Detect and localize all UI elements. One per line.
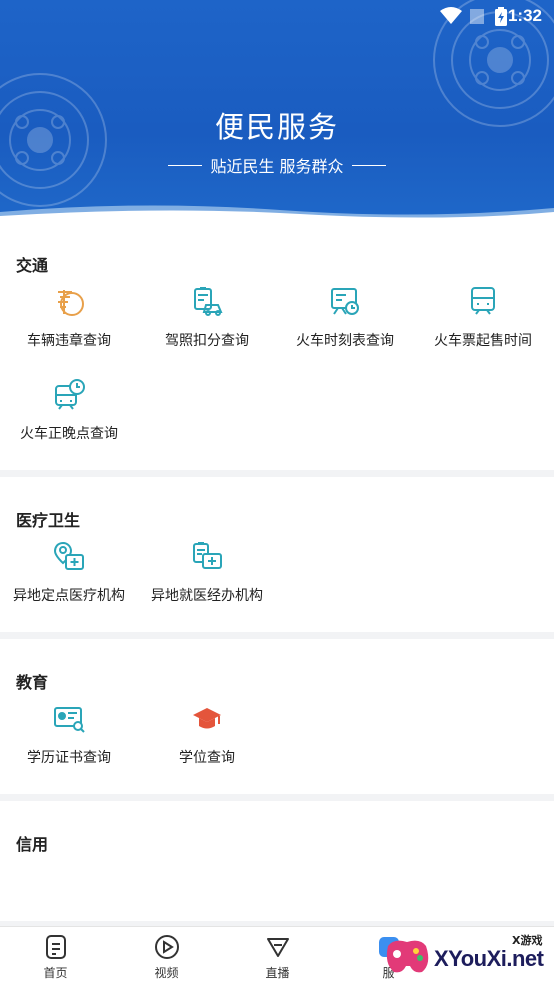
- service-train-ticket-time[interactable]: 火车票起售时间: [414, 278, 552, 371]
- home-doc-icon: [45, 935, 66, 959]
- battery-charging-icon: [495, 7, 507, 26]
- section-medical: 医疗卫生 异地定点医疗机构 异地就医经办机构: [0, 477, 554, 632]
- wave-divider: [0, 205, 554, 222]
- gamepad-logo-icon: [386, 940, 429, 973]
- section-title: 信用: [16, 835, 49, 854]
- violation-icon: [52, 284, 86, 318]
- train-ticket-icon: [466, 284, 500, 318]
- page-subtitle: 贴近民生 服务群众: [0, 153, 554, 177]
- section-title: 医疗卫生: [16, 511, 81, 530]
- subtitle-text: 贴近民生 服务群众: [210, 157, 344, 176]
- license-points-icon: [190, 284, 224, 318]
- section-title: 交通: [16, 256, 49, 275]
- watermark-site: XYouXi.net: [434, 946, 544, 971]
- tab-live[interactable]: 直播: [222, 927, 333, 986]
- page-title: 便民服务: [214, 110, 339, 144]
- service-train-delay[interactable]: 火车正晚点查询: [0, 371, 138, 464]
- tab-video[interactable]: 视频: [111, 927, 222, 986]
- video-play-icon: [154, 935, 179, 959]
- sim-icon: [470, 9, 484, 24]
- medical-location-icon: [52, 539, 86, 573]
- watermark: XYouXi.net X游戏: [376, 930, 554, 986]
- train-delay-icon: [52, 377, 86, 411]
- wifi-icon: [440, 7, 462, 24]
- status-bar: 1:32: [0, 0, 554, 34]
- train-schedule-icon: [328, 284, 362, 318]
- status-time: 1:32: [507, 6, 542, 25]
- service-medical-location[interactable]: 异地定点医疗机构: [0, 533, 138, 626]
- live-tv-icon: [266, 938, 289, 957]
- section-title: 教育: [16, 673, 49, 692]
- certificate-icon: [52, 701, 86, 735]
- service-degree-query[interactable]: 学位查询: [138, 695, 276, 788]
- service-license-points[interactable]: 驾照扣分查询: [138, 278, 276, 371]
- graduation-cap-icon: [190, 701, 224, 735]
- watermark-cn: X游戏: [512, 934, 543, 947]
- service-train-schedule[interactable]: 火车时刻表查询: [276, 278, 414, 371]
- service-medical-office[interactable]: 异地就医经办机构: [138, 533, 276, 626]
- service-list: 交通 车辆违章查询 驾照扣分查询 火车时刻表查询 火车票起售时间 火车正晚点查询…: [0, 222, 554, 926]
- divider: [351, 164, 386, 166]
- service-violation-query[interactable]: 车辆违章查询: [0, 278, 138, 371]
- section-credit: 信用: [0, 801, 554, 921]
- medical-office-icon: [190, 539, 224, 573]
- tab-home[interactable]: 首页: [0, 927, 111, 986]
- header-banner: 1:32 便民服务 贴近民生 服务群众: [0, 0, 554, 222]
- section-education: 教育 学历证书查询 学位查询: [0, 639, 554, 794]
- service-certificate-query[interactable]: 学历证书查询: [0, 695, 138, 788]
- section-traffic: 交通 车辆违章查询 驾照扣分查询 火车时刻表查询 火车票起售时间 火车正晚点查询: [0, 222, 554, 470]
- divider: [168, 164, 203, 166]
